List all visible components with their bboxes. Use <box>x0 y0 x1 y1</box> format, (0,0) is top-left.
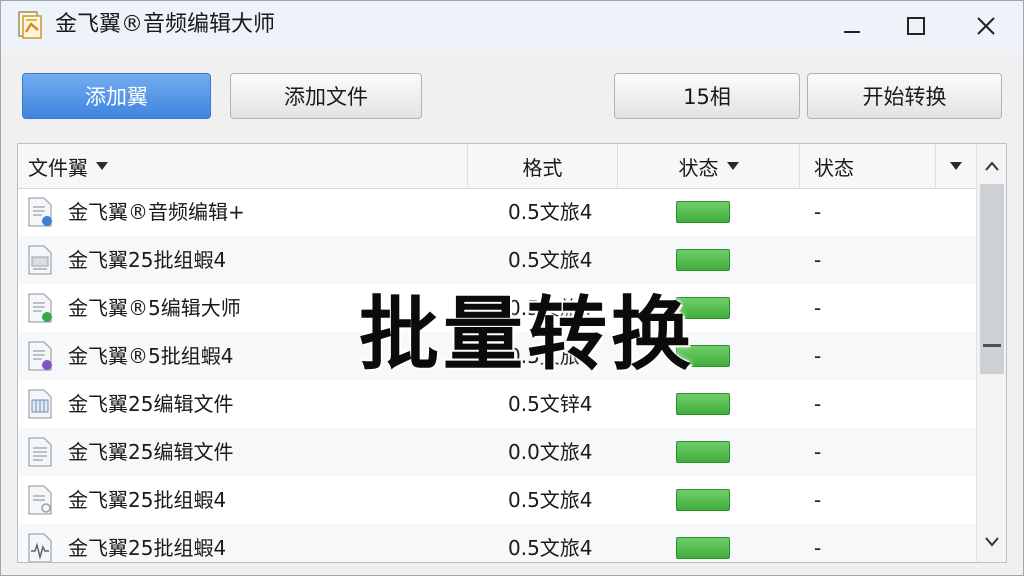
audio-file-icon <box>27 197 53 227</box>
file-format: 0.5文旅4 <box>508 344 593 368</box>
title-bar: 金飞翼®音频编辑大师 <box>1 1 1023 51</box>
window-title: 金飞翼®音频编辑大师 <box>55 12 276 37</box>
start-convert-button[interactable]: 开始转换 <box>807 73 1002 119</box>
scroll-up-button[interactable] <box>977 148 1006 184</box>
maximize-button[interactable] <box>891 5 941 47</box>
file-format: 0.5文旅4 <box>508 200 593 224</box>
text-file-icon <box>27 437 53 467</box>
file-status: - <box>814 488 822 512</box>
file-name: 金飞翼25批组蝦4 <box>68 248 227 272</box>
file-name: 金飞翼25批组蝦4 <box>68 536 227 560</box>
file-name: 金飞翼®5编辑大师 <box>68 296 241 320</box>
add-file-button[interactable]: 添加文件 <box>230 73 422 119</box>
column-header-status-label: 状态 <box>814 155 854 180</box>
progress-bar <box>676 489 730 511</box>
file-format: 0.5文旅4 <box>508 536 593 560</box>
add-folder-button[interactable]: 添加翼 <box>22 73 211 119</box>
table-row[interactable]: 金飞翼25批组蝦4 0.5文旅4 - <box>18 236 976 284</box>
progress-bar <box>676 441 730 463</box>
scroll-position-marker <box>983 344 1001 347</box>
progress-bar <box>676 393 730 415</box>
list-header: 文件翼 格式 状态 状态 <box>18 144 976 189</box>
chevron-down-icon <box>985 537 999 547</box>
file-format: 0.5文旅4 <box>508 248 593 272</box>
app-logo-icon <box>17 10 45 40</box>
file-status: - <box>814 296 822 320</box>
column-header-name[interactable]: 文件翼 <box>18 144 468 188</box>
table-row[interactable]: 金飞翼®5编辑大师 0.5文旅4 - <box>18 284 976 332</box>
column-header-progress-label: 状态 <box>678 155 719 180</box>
column-menu-button[interactable] <box>936 144 976 188</box>
text-file-icon <box>27 245 53 275</box>
maximize-icon <box>907 17 925 35</box>
progress-bar <box>676 201 730 223</box>
file-name: 金飞翼25批组蝦4 <box>68 488 227 512</box>
table-row[interactable]: 金飞翼25编辑文件 0.0文旅4 - <box>18 428 976 476</box>
spreadsheet-file-icon <box>27 389 53 419</box>
column-header-status[interactable]: 状态 <box>800 144 936 188</box>
column-header-format[interactable]: 格式 <box>468 144 618 188</box>
file-status: - <box>814 440 822 464</box>
file-format: 0.5文锌4 <box>508 392 593 416</box>
file-name: 金飞翼25编辑文件 <box>68 440 234 464</box>
file-status: - <box>814 248 822 272</box>
column-header-name-label: 文件翼 <box>28 155 88 180</box>
table-row[interactable]: 金飞翼25批组蝦4 0.5文旅4 - <box>18 524 976 562</box>
file-format: 0.5文旅4 <box>508 296 593 320</box>
sort-down-icon <box>96 162 108 170</box>
dropdown-arrow-icon <box>950 162 962 170</box>
file-format: 0.0文旅4 <box>508 440 593 464</box>
minimize-button[interactable] <box>827 5 877 47</box>
column-header-format-label: 格式 <box>522 155 563 180</box>
table-row[interactable]: 金飞翼®5批组蝦4 0.5文旅4 - <box>18 332 976 380</box>
table-row[interactable]: 金飞翼25编辑文件 0.5文锌4 - <box>18 380 976 428</box>
count-button[interactable]: 15相 <box>614 73 800 119</box>
file-format: 0.5文旅4 <box>508 488 593 512</box>
file-status: - <box>814 200 822 224</box>
progress-bar <box>676 249 730 271</box>
file-name: 金飞翼®5批组蝦4 <box>68 344 234 368</box>
file-name: 金飞翼®音频编辑+ <box>68 200 245 224</box>
audio-file-icon <box>27 293 53 323</box>
progress-bar <box>676 345 730 367</box>
waveform-file-icon <box>27 533 53 562</box>
list-rows: 金飞翼®音频编辑+ 0.5文旅4 - 金飞翼25批组蝦4 0.5文旅4 - 金飞… <box>18 188 976 562</box>
file-status: - <box>814 392 822 416</box>
sort-down-icon <box>726 162 739 170</box>
close-button[interactable] <box>961 5 1011 47</box>
column-header-progress[interactable]: 状态 <box>618 144 800 188</box>
progress-bar <box>676 297 730 319</box>
vertical-scrollbar[interactable] <box>976 144 1006 562</box>
scroll-down-button[interactable] <box>977 524 1006 560</box>
close-icon <box>977 17 995 35</box>
progress-bar <box>676 537 730 559</box>
file-list: 文件翼 格式 状态 状态 金飞翼®音频编辑+ 0.5文旅4 - 金飞翼25批组蝦… <box>17 143 1007 563</box>
toolbar: 添加翼 添加文件 15相 开始转换 <box>1 51 1023 143</box>
table-row[interactable]: 金飞翼®音频编辑+ 0.5文旅4 - <box>18 188 976 236</box>
file-status: - <box>814 536 822 560</box>
table-row[interactable]: 金飞翼25批组蝦4 0.5文旅4 - <box>18 476 976 524</box>
file-status: - <box>814 344 822 368</box>
audio-file-icon <box>27 341 53 371</box>
app-window: 金飞翼®音频编辑大师 添加翼 添加文件 15相 开始转换 文件翼 格式 状态 状… <box>0 0 1024 576</box>
minimize-icon <box>844 31 860 33</box>
document-file-icon <box>27 485 53 515</box>
file-name: 金飞翼25编辑文件 <box>68 392 234 416</box>
chevron-up-icon <box>985 161 999 171</box>
